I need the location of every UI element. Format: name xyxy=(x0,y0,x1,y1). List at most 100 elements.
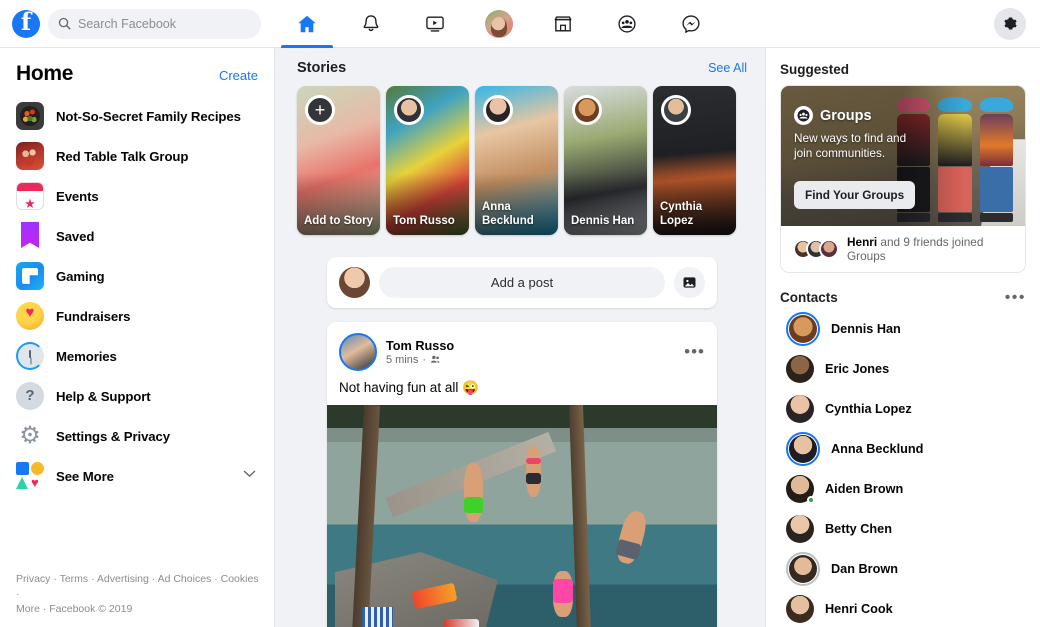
stories-tray: + Add to Story Tom Russo Anna Becklund D… xyxy=(297,86,747,235)
settings-button[interactable] xyxy=(994,7,1026,40)
contact-row[interactable]: Anna Becklund xyxy=(780,429,1026,469)
sidebar-item-gaming[interactable]: Gaming xyxy=(8,256,266,296)
sidebar-item-fundraisers[interactable]: Fundraisers xyxy=(8,296,266,336)
suggested-card-brand-label: Groups xyxy=(820,107,872,124)
find-your-groups-button[interactable]: Find Your Groups xyxy=(794,181,916,209)
add-post-input[interactable]: Add a post xyxy=(379,267,665,298)
avatar[interactable] xyxy=(339,333,377,371)
story-card[interactable]: Dennis Han xyxy=(564,86,647,235)
contact-row[interactable]: Dennis Han xyxy=(780,309,1026,349)
suggested-card-brand: Groups xyxy=(794,106,915,125)
story-card[interactable]: Tom Russo xyxy=(386,86,469,235)
sidebar-item-settings-privacy[interactable]: Settings & Privacy xyxy=(8,416,266,456)
video-icon xyxy=(426,16,444,32)
nav-tab-watch[interactable] xyxy=(403,0,467,48)
avatar xyxy=(786,395,814,423)
contact-row[interactable]: Eric Jones xyxy=(780,349,1026,389)
search-input[interactable]: Search Facebook xyxy=(48,8,261,39)
contact-row[interactable]: Betty Chen xyxy=(780,509,1026,549)
facebook-app: Search Facebook xyxy=(0,0,1040,627)
sidebar-item-events[interactable]: ★ Events xyxy=(8,176,266,216)
sidebar-item-label: Memories xyxy=(56,348,117,364)
contact-name: Aiden Brown xyxy=(825,482,904,496)
contact-row[interactable]: Dan Brown xyxy=(780,549,1026,589)
post-meta-separator: · xyxy=(422,353,427,366)
add-photo-button[interactable] xyxy=(674,267,705,298)
nav-tab-profile[interactable] xyxy=(467,0,531,48)
footer-links-line2[interactable]: More · Facebook © 2019 xyxy=(16,603,132,615)
sidebar-item-label: Saved xyxy=(56,228,95,244)
story-label: Add to Story xyxy=(304,215,373,227)
sidebar-header: Home Create xyxy=(0,62,274,94)
gaming-icon xyxy=(16,262,44,290)
post-author-name[interactable]: Tom Russo xyxy=(386,339,454,353)
friends-icon xyxy=(430,355,440,363)
sidebar-item-label: Settings & Privacy xyxy=(56,428,171,444)
sidebar-item-label: Fundraisers xyxy=(56,308,131,324)
story-card[interactable]: Anna Becklund xyxy=(475,86,558,235)
contacts-title: Contacts xyxy=(780,290,838,305)
right-rail: Suggested Groups New ways to find and jo… xyxy=(765,48,1040,627)
story-label: Cynthia Lopez xyxy=(660,201,703,227)
sidebar-item-red-table-talk[interactable]: Red Table Talk Group xyxy=(8,136,266,176)
contacts-more-options-button[interactable]: ••• xyxy=(1005,289,1026,305)
topbar-left: Search Facebook xyxy=(0,7,275,39)
stories-see-all-link[interactable]: See All xyxy=(708,61,747,75)
nav-tab-messenger[interactable] xyxy=(659,0,723,48)
feed-post: Tom Russo 5 mins · ••• Not having fun at… xyxy=(327,322,717,627)
create-link[interactable]: Create xyxy=(219,68,258,83)
question-icon xyxy=(16,382,44,410)
footer-friend-name: Henri xyxy=(847,235,878,249)
photo-icon xyxy=(683,277,696,288)
groups-icon xyxy=(794,106,813,125)
sidebar-item-label: Events xyxy=(56,188,99,204)
story-avatar xyxy=(394,95,424,125)
nav-tab-home[interactable] xyxy=(275,0,339,48)
sidebar-item-saved[interactable]: Saved xyxy=(8,216,266,256)
facebook-logo[interactable] xyxy=(12,7,40,38)
gear-icon xyxy=(1003,17,1017,30)
sidebar-item-recipes[interactable]: Not-So-Secret Family Recipes xyxy=(8,96,266,136)
nav-tab-groups[interactable] xyxy=(595,0,659,48)
story-card[interactable]: Cynthia Lopez xyxy=(653,86,736,235)
suggested-groups-card: Groups New ways to find and join communi… xyxy=(780,85,1026,273)
top-navigation-bar: Search Facebook xyxy=(0,0,1040,48)
sidebar-item-see-more[interactable]: ♥ See More xyxy=(8,456,266,496)
online-status-indicator xyxy=(807,496,815,504)
sidebar-item-memories[interactable]: Memories xyxy=(8,336,266,376)
footer-links-line1[interactable]: Privacy · Terms · Advertising · Ad Choic… xyxy=(16,573,259,600)
clock-icon xyxy=(16,342,44,370)
contact-row[interactable]: Cynthia Lopez xyxy=(780,389,1026,429)
story-label: Anna Becklund xyxy=(482,201,534,227)
suggested-card-image: Groups New ways to find and join communi… xyxy=(781,86,1025,226)
post-header: Tom Russo 5 mins · ••• xyxy=(327,322,717,377)
story-label: Dennis Han xyxy=(571,215,635,227)
contact-name: Eric Jones xyxy=(825,362,890,376)
contacts-list: Dennis Han Eric Jones Cynthia Lopez Anna… xyxy=(780,309,1026,627)
story-card-add-to-story[interactable]: + Add to Story xyxy=(297,86,380,235)
avatar xyxy=(339,267,370,298)
avatar xyxy=(786,552,820,586)
groups-icon xyxy=(618,14,636,33)
group-photo-icon xyxy=(16,142,44,170)
chevron-down-icon[interactable] xyxy=(241,465,258,487)
suggested-title: Suggested xyxy=(780,62,850,77)
post-timestamp: 5 mins xyxy=(386,353,419,366)
bookmark-icon xyxy=(16,222,44,250)
story-avatar xyxy=(483,95,513,125)
home-icon xyxy=(298,15,316,32)
post-more-options-button[interactable]: ••• xyxy=(684,343,705,360)
post-text: Not having fun at all 😜 xyxy=(339,380,479,395)
nav-tab-marketplace[interactable] xyxy=(531,0,595,48)
store-icon xyxy=(554,15,572,31)
gear-icon xyxy=(16,422,44,450)
contact-row[interactable]: Aiden Brown xyxy=(780,469,1026,509)
post-image[interactable] xyxy=(327,405,717,627)
sidebar-item-label: See More xyxy=(56,468,114,484)
group-photo-icon xyxy=(16,102,44,130)
contact-name: Henri Cook xyxy=(825,602,893,616)
nav-tab-notifications[interactable] xyxy=(339,0,403,48)
sidebar-item-help-support[interactable]: Help & Support xyxy=(8,376,266,416)
avatar xyxy=(786,515,814,543)
contact-row[interactable]: Henri Cook xyxy=(780,589,1026,627)
